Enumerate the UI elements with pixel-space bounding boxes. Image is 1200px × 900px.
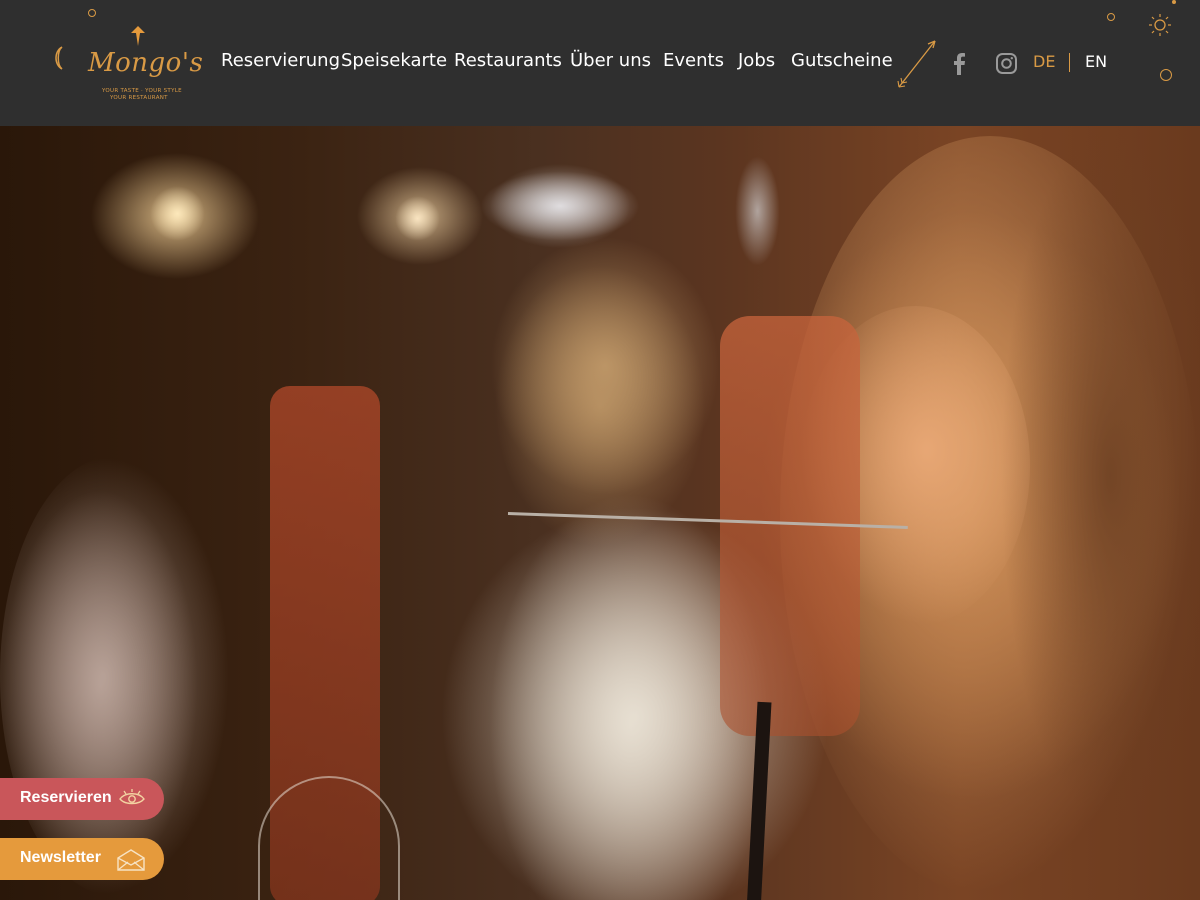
site-logo[interactable]: Mongo's YOUR TASTE · YOUR STYLE YOUR RES… [50, 22, 203, 104]
logo-wordmark: Mongo's [88, 48, 204, 78]
hero-photo-lamp [395, 196, 440, 241]
nav-item-jobs[interactable]: Jobs [738, 50, 775, 71]
decorative-dot [1160, 69, 1172, 81]
facebook-icon[interactable] [952, 53, 966, 75]
sun-icon [1149, 14, 1171, 36]
nav-item-restaurants[interactable]: Restaurants [454, 50, 562, 71]
hero-photo-window [480, 171, 640, 241]
eye-icon [119, 789, 145, 805]
language-divider [1069, 53, 1070, 72]
hero-photo-lamp [150, 186, 205, 241]
instagram-icon[interactable] [996, 53, 1017, 74]
logo-mark-icon [131, 26, 145, 46]
reserve-button[interactable]: Reservieren [0, 778, 164, 820]
decorative-dot [88, 9, 96, 17]
logo-tagline: YOUR TASTE · YOUR STYLE [102, 88, 182, 94]
decorative-dot [1172, 0, 1176, 4]
nav-item-speisekarte[interactable]: Speisekarte [341, 50, 447, 71]
language-en[interactable]: EN [1085, 52, 1107, 71]
nav-item-reservierung[interactable]: Reservierung [221, 50, 340, 71]
arrow-icon [897, 40, 936, 88]
envelope-icon [117, 849, 145, 871]
hero-image [0, 126, 1200, 900]
logo-tagline: YOUR RESTAURANT [110, 95, 168, 101]
language-de[interactable]: DE [1033, 52, 1055, 71]
decorative-dot [1107, 13, 1115, 21]
hero-photo-window [735, 156, 780, 266]
nav-item-ueber-uns[interactable]: Über uns [570, 50, 651, 71]
hero-photo-background-person [490, 236, 720, 496]
reserve-button-label: Reservieren [20, 789, 112, 806]
site-header: Mongo's YOUR TASTE · YOUR STYLE YOUR RES… [0, 0, 1200, 126]
nav-item-events[interactable]: Events [663, 50, 724, 71]
nav-item-gutscheine[interactable]: Gutscheine [791, 50, 893, 71]
hero-photo-left-person [0, 456, 230, 896]
newsletter-button-label: Newsletter [20, 849, 101, 866]
newsletter-button[interactable]: Newsletter [0, 838, 164, 880]
